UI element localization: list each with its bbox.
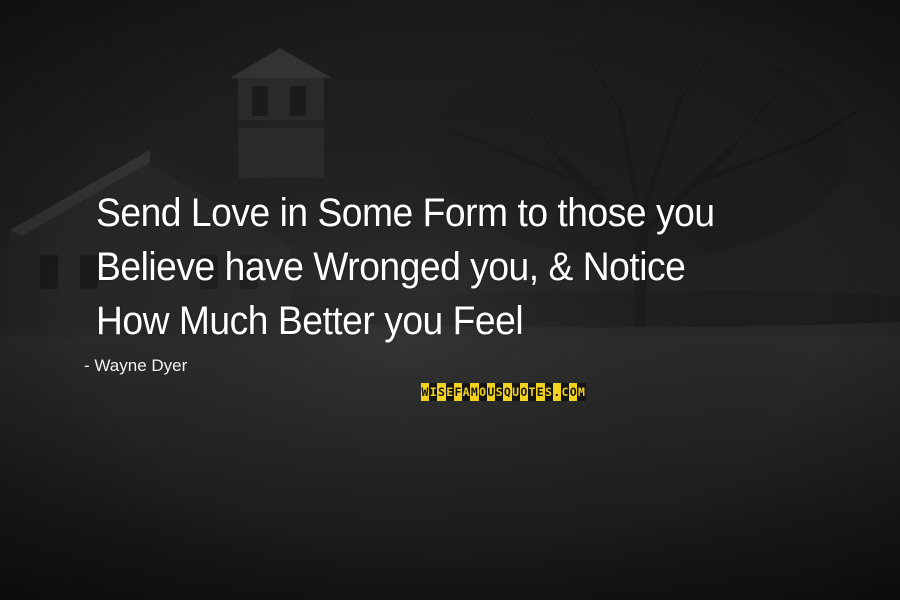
quote-text: Send Love in Some Form to those you Beli… bbox=[96, 186, 821, 348]
watermark-letter: Q bbox=[503, 383, 512, 401]
watermark-letter: U bbox=[511, 383, 520, 401]
watermark-letter: . bbox=[552, 383, 561, 401]
watermark-letter: U bbox=[486, 383, 496, 401]
quote-line-1: Send Love in Some Form to those you bbox=[96, 191, 715, 235]
watermark-letter: S bbox=[495, 383, 504, 401]
watermark-letter: I bbox=[429, 383, 438, 401]
quote-line-2: Believe have Wronged you, & Notice bbox=[96, 245, 686, 289]
watermark-letter: M bbox=[470, 383, 479, 401]
watermark-letter: F bbox=[453, 383, 463, 401]
watermark-letter: M bbox=[577, 383, 586, 401]
quote-author: - Wayne Dyer bbox=[84, 356, 188, 375]
watermark-letter: S bbox=[437, 383, 446, 401]
watermark-letter: C bbox=[560, 383, 570, 401]
site-watermark: WISEFAMOUSQUOTES.COM bbox=[421, 383, 621, 401]
watermark-letter: O bbox=[478, 383, 487, 401]
quote-image: Send Love in Some Form to those you Beli… bbox=[0, 0, 900, 600]
watermark-letter: O bbox=[569, 383, 578, 401]
watermark-letter: E bbox=[536, 383, 545, 401]
watermark-letter: T bbox=[528, 383, 537, 401]
watermark-letter: E bbox=[445, 383, 454, 401]
watermark-letter: S bbox=[544, 383, 553, 401]
watermark-letter: A bbox=[462, 383, 471, 401]
watermark-letter: W bbox=[421, 383, 430, 401]
watermark-letter: O bbox=[519, 383, 529, 401]
quote-line-3: How Much Better you Feel bbox=[96, 299, 524, 343]
